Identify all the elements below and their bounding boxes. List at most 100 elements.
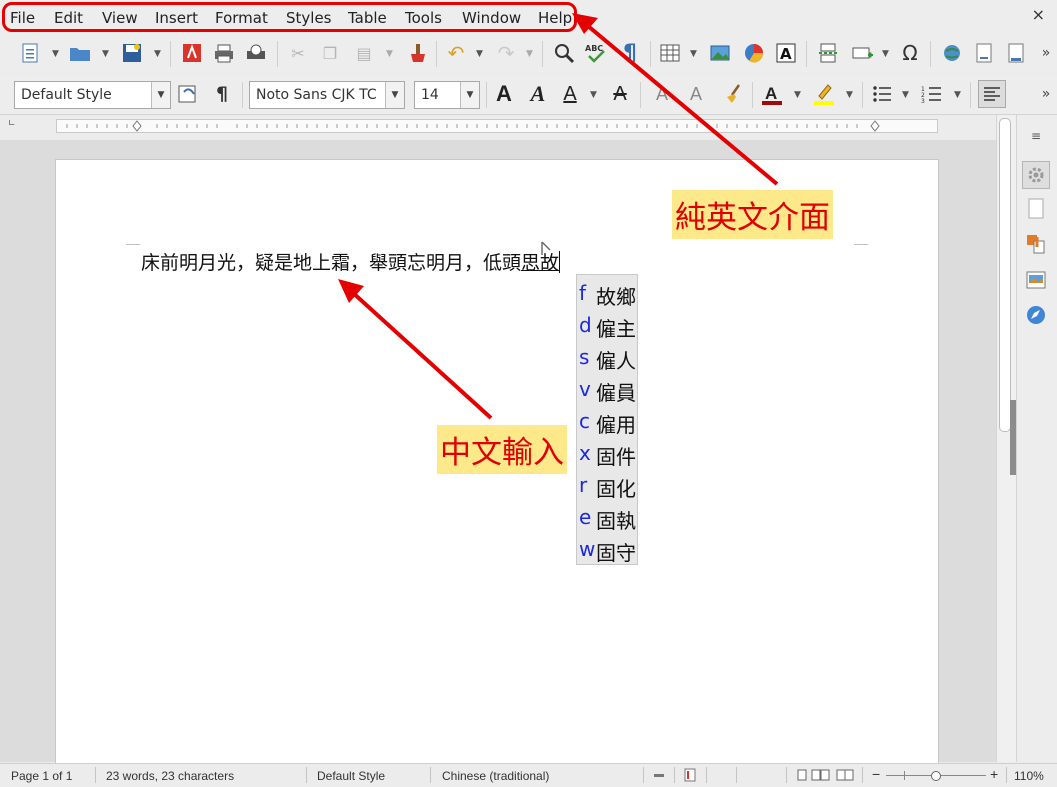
ime-candidate[interactable]: w 固守 bbox=[577, 533, 639, 565]
cut-icon[interactable]: ✂ bbox=[286, 41, 310, 65]
word-count[interactable]: 23 words, 23 characters bbox=[106, 769, 234, 783]
zoom-slider-thumb[interactable] bbox=[931, 771, 941, 781]
chevron-down-icon[interactable]: ▼ bbox=[460, 82, 479, 108]
ime-candidate[interactable]: c 僱用 bbox=[577, 405, 639, 437]
chevron-down-icon[interactable]: ▼ bbox=[151, 82, 170, 108]
ime-candidate[interactable]: x 固件 bbox=[577, 437, 639, 469]
paragraph-style-value: Default Style bbox=[21, 87, 112, 103]
chevron-down-icon[interactable]: ▼ bbox=[954, 90, 961, 100]
insert-page-break-icon[interactable] bbox=[816, 41, 840, 65]
gallery-icon[interactable] bbox=[1024, 268, 1048, 292]
hyperlink-icon[interactable] bbox=[940, 41, 964, 65]
font-size-combo[interactable]: 14 ▼ bbox=[414, 81, 480, 109]
chevron-down-icon[interactable]: ▼ bbox=[154, 49, 161, 59]
underline-icon[interactable]: A bbox=[558, 82, 582, 106]
chevron-down-icon[interactable]: ▼ bbox=[52, 49, 59, 59]
strikethrough-icon[interactable]: A bbox=[608, 82, 632, 106]
ime-candidate[interactable]: r 固化 bbox=[577, 469, 639, 501]
highlight-color-icon[interactable] bbox=[812, 82, 836, 106]
italic-icon[interactable]: A bbox=[526, 81, 550, 106]
tab-stop-icon[interactable]: ∟ bbox=[8, 119, 16, 129]
chevron-down-icon[interactable]: ▼ bbox=[386, 49, 393, 59]
view-layout-icons[interactable] bbox=[797, 769, 855, 781]
insert-mode-icon[interactable]: ▬ bbox=[654, 769, 664, 780]
update-style-icon[interactable] bbox=[176, 82, 200, 106]
chevron-down-icon[interactable]: ▼ bbox=[102, 49, 109, 59]
candidate-word: 僱主 bbox=[596, 317, 636, 341]
svg-text:A: A bbox=[780, 45, 792, 63]
zoom-level[interactable]: 110% bbox=[1014, 769, 1044, 783]
align-left-icon[interactable] bbox=[978, 80, 1006, 108]
open-folder-icon[interactable] bbox=[68, 41, 92, 65]
chevron-down-icon[interactable]: ▼ bbox=[526, 49, 533, 59]
font-name-combo[interactable]: Noto Sans CJK TC ▼ bbox=[249, 81, 405, 109]
more-options-icon[interactable]: » bbox=[1034, 41, 1057, 65]
undo-icon[interactable]: ↶ bbox=[444, 41, 468, 65]
chevron-down-icon[interactable]: ▼ bbox=[794, 90, 801, 100]
zoom-out-button[interactable]: − bbox=[872, 766, 880, 782]
insert-table-icon[interactable] bbox=[658, 41, 682, 65]
zoom-in-button[interactable]: + bbox=[990, 766, 998, 782]
superscript-icon[interactable]: A bbox=[650, 82, 674, 106]
formatting-marks-icon[interactable]: ¶ bbox=[618, 41, 642, 66]
navigator-compass-icon[interactable] bbox=[1024, 303, 1048, 327]
committed-text: 床前明月光，疑是地上霜，舉頭忘明月，低頭 bbox=[141, 252, 522, 274]
print-preview-icon[interactable] bbox=[244, 41, 268, 65]
clear-formatting-icon[interactable] bbox=[722, 82, 746, 106]
insert-endnote-icon[interactable] bbox=[1004, 41, 1028, 65]
insert-chart-icon[interactable] bbox=[742, 41, 766, 65]
clone-formatting-icon[interactable] bbox=[404, 41, 428, 65]
chevron-down-icon[interactable]: ▼ bbox=[476, 49, 483, 59]
text-language[interactable]: Chinese (traditional) bbox=[442, 769, 549, 783]
insert-footnote-icon[interactable] bbox=[972, 41, 996, 65]
candidate-word: 固守 bbox=[596, 541, 636, 565]
text-caret bbox=[559, 251, 561, 273]
find-replace-icon[interactable] bbox=[552, 41, 576, 65]
status-bar: Page 1 of 1 23 words, 23 characters Defa… bbox=[0, 763, 1057, 787]
ime-candidate[interactable]: s 僱人 bbox=[577, 341, 639, 373]
font-color-icon[interactable]: A bbox=[760, 82, 784, 106]
subscript-icon[interactable]: A bbox=[684, 82, 708, 106]
ime-candidate[interactable]: v 僱員 bbox=[577, 373, 639, 405]
properties-gear-icon[interactable] bbox=[1022, 161, 1050, 189]
save-icon[interactable] bbox=[120, 41, 144, 65]
annotation-english-ui-label: 純英文介面 bbox=[672, 190, 833, 239]
ime-candidate[interactable]: d 僱主 bbox=[577, 309, 639, 341]
redo-icon[interactable]: ↷ bbox=[494, 41, 518, 65]
page-icon[interactable] bbox=[1024, 197, 1048, 221]
export-pdf-icon[interactable] bbox=[180, 41, 204, 65]
close-document-button[interactable]: × bbox=[1032, 5, 1045, 24]
new-document-icon[interactable] bbox=[18, 41, 42, 65]
insert-text-box-icon[interactable]: A bbox=[774, 41, 798, 65]
bold-icon[interactable]: A bbox=[492, 81, 516, 106]
chevron-down-icon[interactable]: ▼ bbox=[590, 90, 597, 100]
insert-field-icon[interactable] bbox=[850, 41, 874, 65]
chevron-down-icon[interactable]: ▼ bbox=[902, 90, 909, 100]
document-text-line[interactable]: 床前明月光，疑是地上霜，舉頭忘明月，低頭思故 bbox=[141, 248, 561, 275]
document-modified-icon[interactable] bbox=[684, 768, 696, 782]
special-character-icon[interactable]: Ω bbox=[898, 41, 922, 65]
page-style[interactable]: Default Style bbox=[317, 769, 385, 783]
insert-image-icon[interactable] bbox=[708, 41, 732, 65]
copy-icon[interactable]: ❐ bbox=[318, 41, 342, 65]
page-count[interactable]: Page 1 of 1 bbox=[11, 769, 72, 783]
styles-icon[interactable] bbox=[1024, 232, 1048, 256]
spelling-icon[interactable]: ABC bbox=[584, 41, 608, 65]
more-options-icon[interactable]: » bbox=[1034, 82, 1057, 106]
candidate-word: 固件 bbox=[596, 445, 636, 469]
sidebar-menu-icon[interactable]: ≡ bbox=[1024, 124, 1048, 148]
horizontal-ruler[interactable] bbox=[56, 119, 938, 133]
scrollbar-thumb[interactable] bbox=[999, 118, 1011, 432]
paste-icon[interactable]: ▤ bbox=[352, 41, 376, 65]
print-icon[interactable] bbox=[212, 41, 236, 65]
paragraph-style-combo[interactable]: Default Style ▼ bbox=[14, 81, 171, 109]
numbered-list-icon[interactable]: 123 bbox=[920, 82, 944, 106]
bullet-list-icon[interactable] bbox=[870, 82, 894, 106]
chevron-down-icon[interactable]: ▼ bbox=[690, 49, 697, 59]
ime-candidate[interactable]: f 故鄉 bbox=[577, 277, 639, 309]
chevron-down-icon[interactable]: ▼ bbox=[846, 90, 853, 100]
chevron-down-icon[interactable]: ▼ bbox=[882, 49, 889, 59]
new-style-icon[interactable]: ¶ bbox=[210, 82, 234, 106]
chevron-down-icon[interactable]: ▼ bbox=[385, 82, 404, 108]
ime-candidate[interactable]: e 固執 bbox=[577, 501, 639, 533]
